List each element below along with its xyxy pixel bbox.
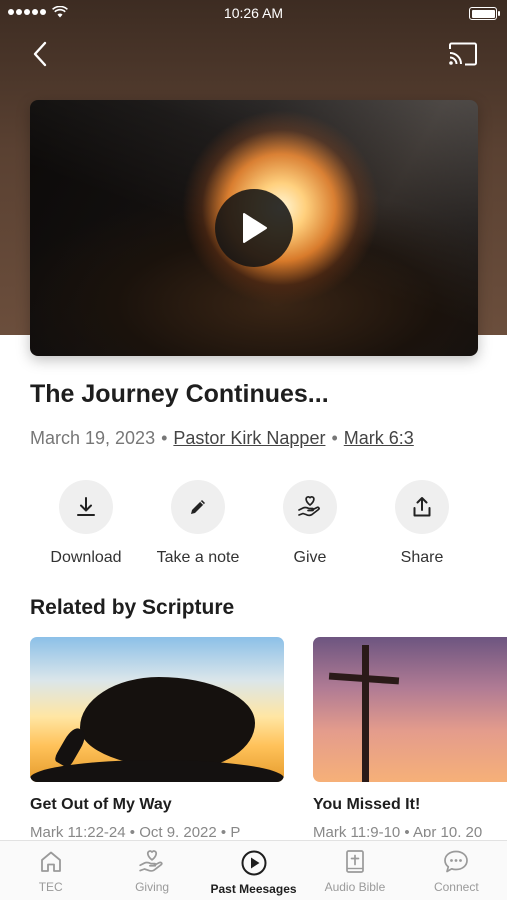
chat-bubble-icon xyxy=(444,850,469,873)
play-icon xyxy=(243,213,267,243)
related-card-title: Get Out of My Way xyxy=(30,796,172,813)
video-player[interactable] xyxy=(30,100,478,356)
tab-giving[interactable]: Giving xyxy=(101,841,202,900)
home-icon xyxy=(40,851,61,872)
download-circle xyxy=(59,480,113,534)
battery-icon xyxy=(469,7,500,20)
pencil-icon xyxy=(191,500,205,514)
cross-silhouette xyxy=(362,645,369,782)
hand-heart-icon xyxy=(139,850,163,872)
cast-icon xyxy=(449,42,477,66)
download-icon xyxy=(77,497,95,516)
related-card[interactable]: Get Out of My Way Mark 11:22-24 • Oct 9,… xyxy=(30,637,284,837)
play-circle-icon xyxy=(241,850,267,876)
take-note-label: Take a note xyxy=(156,549,240,566)
tab-label: Past Meesages xyxy=(210,882,297,896)
status-time: 10:26 AM xyxy=(223,5,284,21)
speaker-link[interactable]: Pastor Kirk Napper xyxy=(173,428,325,449)
related-card[interactable]: You Missed It! Mark 11:9-10 • Apr 10, 20 xyxy=(313,637,507,837)
person-silhouette xyxy=(53,725,89,769)
cast-button[interactable] xyxy=(445,36,481,72)
related-card-thumbnail xyxy=(313,637,507,782)
tab-label: TEC xyxy=(38,880,63,894)
tab-label: Connect xyxy=(433,880,479,894)
take-note-button[interactable]: Take a note xyxy=(142,480,254,567)
status-bar: 10:26 AM xyxy=(0,0,507,28)
download-button[interactable]: Download xyxy=(30,480,142,567)
related-section-title: Related by Scripture xyxy=(30,596,235,619)
give-button[interactable]: Give xyxy=(254,480,366,567)
chevron-left-icon xyxy=(33,41,47,67)
related-carousel[interactable]: Get Out of My Way Mark 11:22-24 • Oct 9,… xyxy=(30,637,507,837)
share-label: Share xyxy=(400,549,444,566)
boulder-silhouette xyxy=(80,677,255,769)
download-label: Download xyxy=(50,549,122,566)
tab-label: Audio Bible xyxy=(324,880,386,894)
related-card-title: You Missed It! xyxy=(313,796,421,813)
bible-icon xyxy=(346,850,364,873)
meta-separator: • xyxy=(161,428,168,448)
message-title: The Journey Continues... xyxy=(30,380,329,408)
meta-separator: • xyxy=(331,428,338,448)
related-card-thumbnail xyxy=(30,637,284,782)
tab-label: Giving xyxy=(135,880,170,894)
give-label: Give xyxy=(293,549,327,566)
message-date: March 19, 2023 xyxy=(30,428,156,448)
tab-audio-bible[interactable]: Audio Bible xyxy=(304,841,405,900)
scripture-link[interactable]: Mark 6:3 xyxy=(344,428,414,449)
tab-tec[interactable]: TEC xyxy=(0,841,101,900)
give-circle xyxy=(283,480,337,534)
share-icon xyxy=(413,497,431,517)
tab-bar: TEC Giving Past Meesages Audio Bible Con… xyxy=(0,840,507,900)
related-card-meta: Mark 11:9-10 • Apr 10, 20 xyxy=(313,824,483,837)
action-row: Download Take a note Give Share xyxy=(30,480,478,567)
back-button[interactable] xyxy=(22,36,58,72)
hand-heart-icon xyxy=(298,496,320,517)
share-button[interactable]: Share xyxy=(366,480,478,567)
play-button[interactable] xyxy=(215,189,293,267)
related-card-meta: Mark 11:22-24 • Oct 9, 2022 • P xyxy=(30,824,241,837)
tab-past-messages[interactable]: Past Meesages xyxy=(203,841,304,900)
tab-connect[interactable]: Connect xyxy=(406,841,507,900)
message-meta: March 19, 2023 • Pastor Kirk Napper • Ma… xyxy=(30,428,414,449)
take-note-circle xyxy=(171,480,225,534)
share-circle xyxy=(395,480,449,534)
